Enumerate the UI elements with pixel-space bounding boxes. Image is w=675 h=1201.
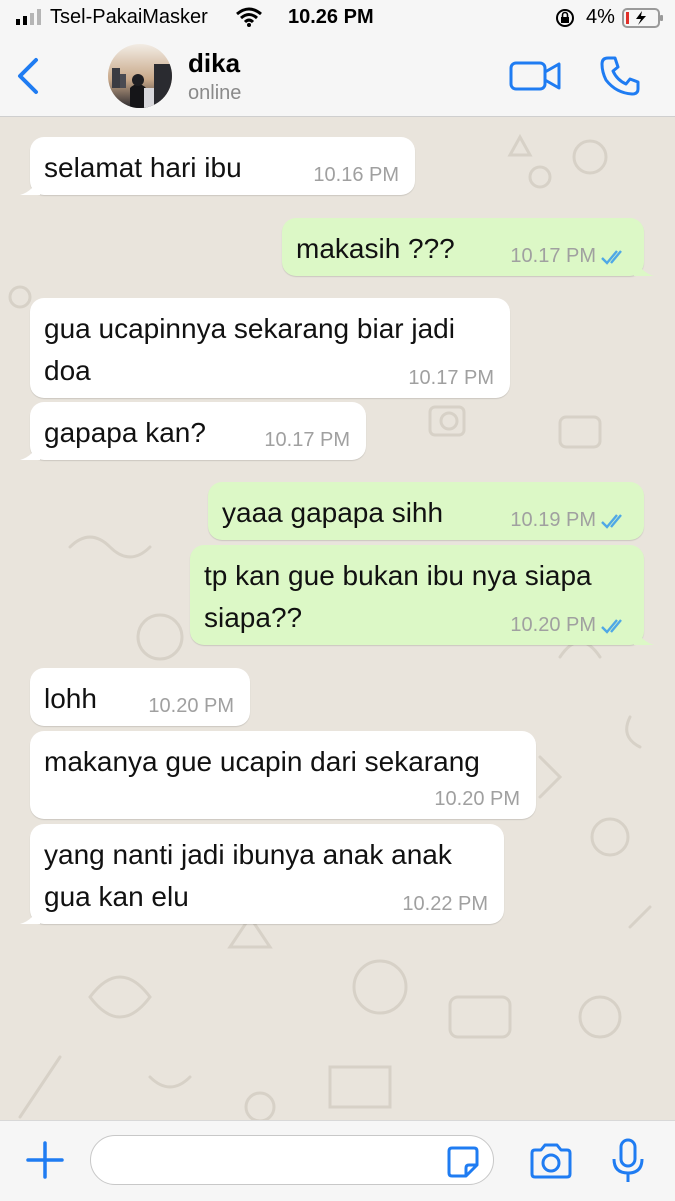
signal-icon [16, 9, 41, 25]
message-time: 10.17 PM [264, 429, 350, 451]
chat-area[interactable]: selamat hari ibu 10.16 PM makasih ??? 10… [0, 117, 675, 1120]
bubble-tail [20, 175, 40, 195]
chat-header: dika online [0, 36, 675, 117]
read-ticks-icon [601, 619, 622, 634]
message-text: selamat hari ibu [44, 152, 242, 183]
input-bar [0, 1120, 675, 1201]
message-time: 10.17 PM [510, 245, 596, 267]
bubble-tail [20, 904, 40, 924]
contact-name[interactable]: dika [188, 48, 240, 79]
phone-icon[interactable] [598, 54, 642, 98]
message-text: makasih ??? [296, 233, 455, 264]
message-bubble[interactable]: lohh 10.20 PM [30, 668, 250, 726]
message-bubble[interactable]: makanya gue ucapin dari sekarang 10.20 P… [30, 731, 536, 819]
status-time: 10.26 PM [288, 6, 374, 28]
message-time: 10.17 PM [408, 367, 494, 389]
message-text: yaaa gapapa sihh [222, 497, 444, 528]
plus-icon[interactable] [24, 1139, 66, 1181]
message-time: 10.20 PM [510, 614, 596, 636]
camera-icon[interactable] [528, 1141, 574, 1181]
bubble-tail [20, 440, 40, 460]
message-text: gapapa kan? [44, 417, 206, 448]
read-ticks-icon [601, 514, 622, 529]
chevron-left-icon[interactable] [8, 52, 48, 100]
battery-percent: 4% [586, 6, 615, 28]
message-time: 10.20 PM [148, 695, 234, 717]
contact-status: online [188, 82, 242, 104]
read-ticks-icon [601, 250, 622, 265]
message-input[interactable] [90, 1135, 494, 1185]
message-bubble[interactable]: tp kan gue bukan ibu nya siapa siapa?? 1… [190, 545, 654, 645]
carrier-name: Tsel-PakaiMasker [50, 6, 208, 28]
message-bubble[interactable]: gapapa kan? 10.17 PM [20, 402, 366, 460]
message-bubble[interactable]: makasih ??? 10.17 PM [282, 218, 654, 276]
bubble-tail [634, 256, 654, 276]
message-bubble[interactable]: gua ucapinnya sekarang biar jadi doa 10.… [30, 298, 510, 398]
bubble-tail [634, 625, 654, 645]
microphone-icon[interactable] [608, 1137, 648, 1185]
battery-icon [622, 8, 663, 28]
video-camera-icon[interactable] [508, 58, 562, 94]
message-time: 10.16 PM [313, 164, 399, 186]
avatar[interactable] [108, 44, 172, 108]
message-time: 10.20 PM [434, 788, 520, 810]
rotation-lock-icon [556, 9, 574, 27]
wifi-icon [236, 7, 262, 27]
message-bubble[interactable]: yang nanti jadi ibunya anak anak gua kan… [20, 824, 504, 924]
message-text: lohh [44, 683, 97, 714]
message-bubble[interactable]: selamat hari ibu 10.16 PM [20, 137, 415, 195]
sticker-icon[interactable] [446, 1145, 480, 1179]
message-bubble[interactable]: yaaa gapapa sihh 10.19 PM [208, 482, 644, 540]
message-time: 10.19 PM [510, 509, 596, 531]
status-bar: Tsel-PakaiMasker 10.26 PM 4% [0, 0, 675, 36]
message-time: 10.22 PM [402, 893, 488, 915]
message-text: makanya gue ucapin dari sekarang [44, 746, 480, 777]
